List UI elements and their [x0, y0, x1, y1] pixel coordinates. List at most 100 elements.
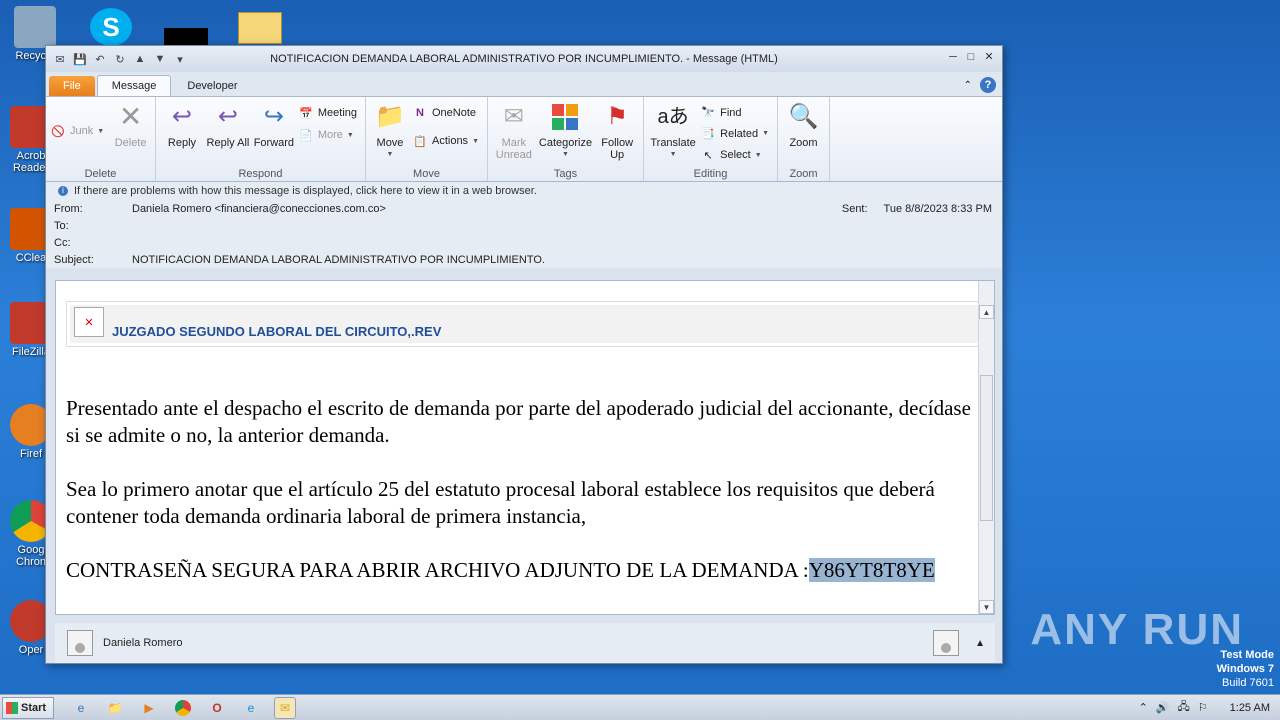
ie-icon[interactable]: e	[70, 697, 92, 719]
avatar-secondary	[933, 630, 960, 656]
junk-button[interactable]: 🚫 Junk ▼	[50, 121, 108, 141]
scroll-up-icon[interactable]: ▲	[979, 305, 994, 319]
categorize-icon	[549, 101, 581, 133]
header-banner: ✕ JUZGADO SEGUNDO LABORAL DEL CIRCUITO,.…	[66, 301, 984, 347]
windows-logo-icon	[6, 701, 18, 714]
down-arrow-icon[interactable]: ▼	[152, 51, 168, 67]
action-center-flag-icon[interactable]: ⚐	[1198, 701, 1208, 714]
mail-file-icon[interactable]	[238, 12, 282, 44]
translate-icon: aあ	[657, 106, 689, 128]
select-button[interactable]: ↖ Select ▼	[700, 146, 773, 165]
help-icon[interactable]: ?	[980, 77, 996, 93]
editing-group: aあ Translate ▼ 🔭 Find 📑 Related ▼ ↖ Selec…	[644, 97, 778, 181]
find-button[interactable]: 🔭 Find	[700, 103, 773, 122]
redo-icon[interactable]: ↻	[112, 51, 128, 67]
sent-label: Sent:	[841, 202, 868, 215]
tags-group-label: Tags	[553, 168, 578, 180]
tab-message[interactable]: Message	[96, 75, 172, 96]
onenote-button[interactable]: N OneNote	[412, 103, 483, 123]
reply-all-button[interactable]: ↩ Reply All	[206, 101, 250, 165]
tab-developer[interactable]: Developer	[173, 76, 251, 96]
scroll-down-icon[interactable]: ▼	[979, 600, 994, 614]
expand-people-pane-icon[interactable]: ▲	[975, 638, 985, 649]
mail-app-icon: ✉	[55, 53, 65, 66]
banner-text: JUZGADO SEGUNDO LABORAL DEL CIRCUITO,.RE…	[112, 324, 442, 339]
from-value[interactable]: Daniela Romero <financiera@conecciones.c…	[132, 203, 386, 215]
respond-group-label: Respond	[238, 168, 283, 180]
paragraph-3: CONTRASEÑA SEGURA PARA ABRIR ARCHIVO ADJ…	[66, 558, 935, 582]
junk-icon: 🚫	[51, 125, 65, 138]
password-text[interactable]: Y86YT8T8YE	[808, 558, 935, 582]
delete-button[interactable]: ✕ Delete	[110, 101, 151, 165]
from-label: From:	[54, 202, 83, 215]
speaker-icon[interactable]: 🔊	[1156, 701, 1170, 714]
reply-all-icon: ↩	[217, 103, 238, 130]
meeting-button[interactable]: 📅 Meeting	[298, 103, 361, 123]
collapse-ribbon-icon[interactable]: ⌃	[964, 80, 972, 91]
cc-row: Cc:	[54, 234, 994, 251]
black-file-icon[interactable]	[164, 28, 208, 46]
recycle-bin-icon	[14, 6, 56, 48]
scroll-thumb[interactable]	[980, 375, 993, 521]
move-folder-icon: 📁	[375, 103, 405, 130]
actions-icon: 📋	[413, 135, 427, 148]
reply-button[interactable]: ↩ Reply	[160, 101, 204, 165]
undo-icon[interactable]: ↶	[92, 51, 108, 67]
save-icon[interactable]: 💾	[72, 51, 88, 67]
related-button[interactable]: 📑 Related ▼	[700, 124, 773, 143]
follow-up-button[interactable]: ⚑ Follow Up	[595, 101, 639, 165]
paragraph-1: Presentado ante el despacho el escrito d…	[66, 396, 971, 447]
actions-button[interactable]: 📋 Actions ▼	[412, 131, 483, 151]
close-button[interactable]: ✕	[982, 50, 996, 64]
mark-unread-button[interactable]: ✉ Mark Unread	[492, 101, 536, 165]
network-icon[interactable]: 🖧	[1178, 698, 1190, 717]
move-button[interactable]: 📁 Move ▼	[370, 101, 410, 165]
subject-row: Subject: NOTIFICACION DEMANDA LABORAL AD…	[54, 251, 994, 268]
skype-icon[interactable]: S	[90, 8, 132, 46]
to-row: To:	[54, 217, 994, 234]
forward-button[interactable]: ↪ Forward	[252, 101, 296, 165]
tray-expand-icon[interactable]: ⌃	[1139, 701, 1148, 714]
zoom-button[interactable]: 🔍 Zoom	[782, 101, 825, 165]
start-button[interactable]: Start	[2, 696, 54, 719]
clock[interactable]: 1:25 AM	[1230, 702, 1270, 714]
vertical-scrollbar[interactable]: ▲ ▼	[978, 281, 994, 614]
zoom-group-label: Zoom	[789, 168, 818, 180]
tags-group: ✉ Mark Unread Categorize ▼ ⚑ Follow Up T…	[488, 97, 644, 181]
media-player-icon[interactable]: ▶	[138, 697, 160, 719]
translate-button[interactable]: aあ Translate ▼	[648, 101, 698, 165]
delete-x-icon: ✕	[118, 101, 143, 132]
info-bar-text: If there are problems with how this mess…	[74, 185, 537, 197]
edge-icon[interactable]: e	[240, 697, 262, 719]
avatar	[67, 630, 93, 656]
customize-qat-icon[interactable]: ▾	[172, 51, 188, 67]
up-arrow-icon[interactable]: ▲	[132, 51, 148, 67]
taskbar: Start e 📁 ▶ O e ✉ ⌃ 🔊 🖧 ⚐ 1:25 AM	[0, 694, 1280, 720]
people-pane-name[interactable]: Daniela Romero	[103, 637, 182, 649]
tab-file[interactable]: File	[49, 76, 95, 96]
info-bar[interactable]: i If there are problems with how this me…	[46, 182, 1002, 200]
to-label: To:	[54, 219, 69, 232]
from-row: From: Daniela Romero <financiera@conecci…	[54, 200, 994, 217]
forward-icon: ↪	[263, 103, 284, 130]
related-icon: 📑	[701, 128, 715, 141]
minimize-button[interactable]: ─	[946, 50, 960, 64]
flag-icon: ⚑	[606, 103, 628, 130]
reply-icon: ↩	[171, 103, 193, 130]
restore-button[interactable]: □	[964, 50, 978, 64]
onenote-icon: N	[416, 107, 424, 119]
explorer-icon[interactable]: 📁	[104, 697, 126, 719]
ribbon: 🚫 Junk ▼ ✕ Delete Delete ↩ Reply ↩ Reply …	[46, 96, 1002, 182]
message-body[interactable]: ✕ JUZGADO SEGUNDO LABORAL DEL CIRCUITO,.…	[55, 280, 995, 615]
calendar-icon: 📅	[299, 107, 313, 120]
people-pane: Daniela Romero ▲	[55, 623, 995, 663]
chrome-taskbar-icon[interactable]	[172, 697, 194, 719]
opera-taskbar-icon[interactable]: O	[206, 697, 228, 719]
test-mode-notice: Test Mode Windows 7 Build 7601	[1216, 649, 1274, 689]
window-controls: ─ □ ✕	[946, 50, 996, 64]
categorize-button[interactable]: Categorize ▼	[538, 101, 594, 165]
delete-group: 🚫 Junk ▼ ✕ Delete Delete	[46, 97, 156, 181]
more-button[interactable]: 📄 More ▼	[298, 125, 361, 145]
zoom-group: 🔍 Zoom Zoom	[778, 97, 830, 181]
outlook-taskbar-icon[interactable]: ✉	[274, 696, 296, 719]
